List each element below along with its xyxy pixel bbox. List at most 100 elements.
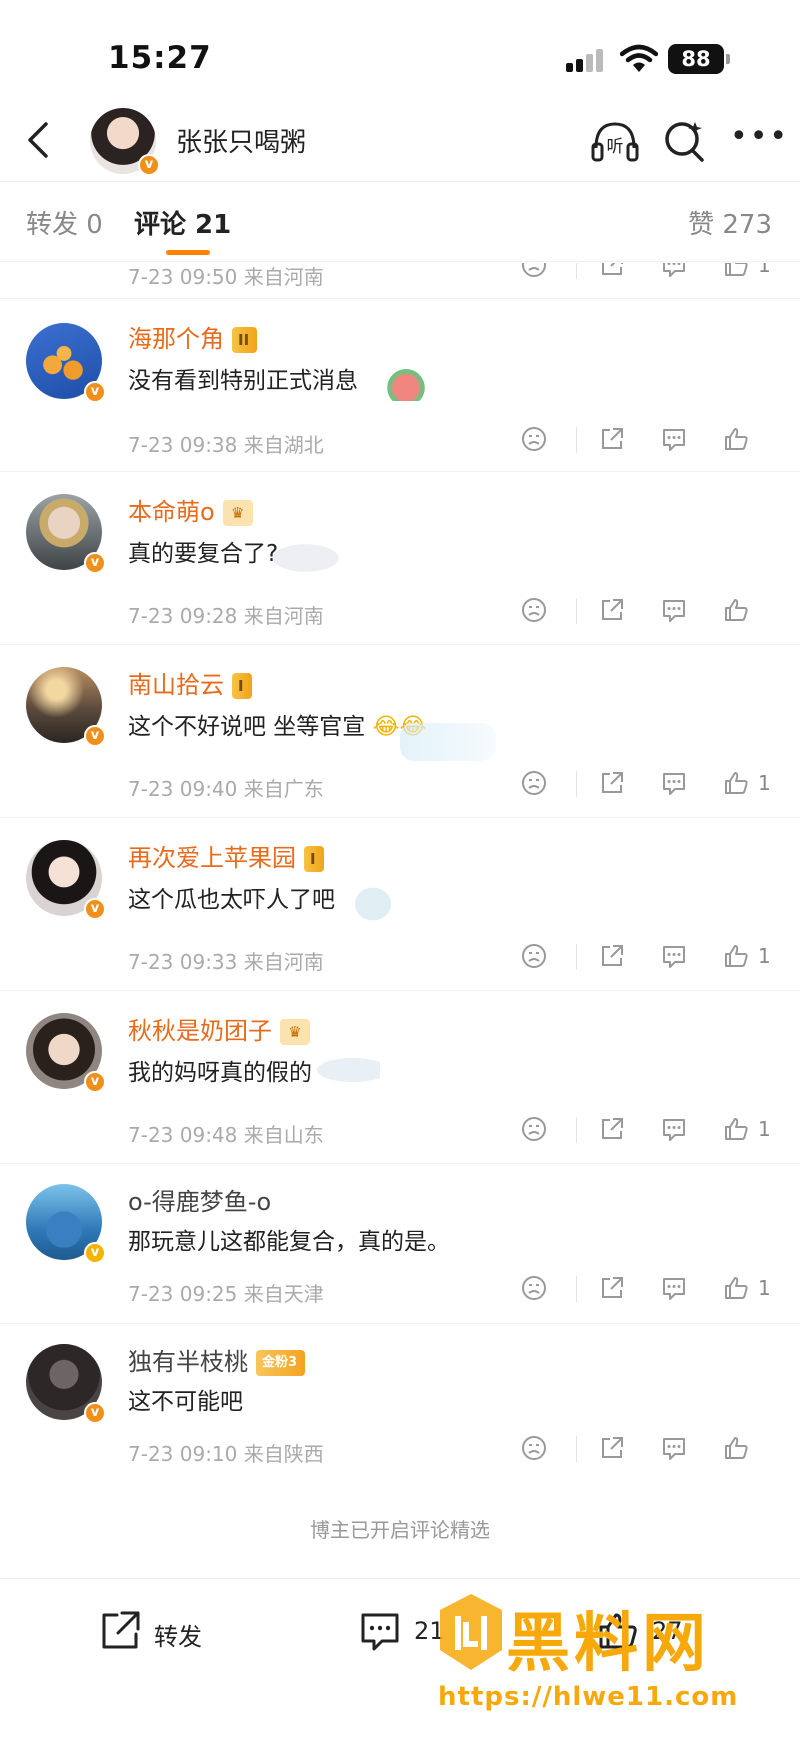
comment-meta: 7-23 09:50 来自河南	[128, 265, 324, 289]
user-avatar[interactable]: v	[26, 840, 106, 920]
verified-icon: v	[84, 725, 106, 747]
like-icon[interactable]	[722, 596, 754, 628]
dislike-icon[interactable]	[520, 942, 552, 974]
reply-icon[interactable]	[660, 1274, 692, 1306]
watermark-url: https://hlwe11.com	[438, 1682, 739, 1712]
verified-icon: v	[138, 154, 160, 176]
reply-icon[interactable]	[660, 769, 692, 801]
dislike-icon[interactable]	[520, 263, 552, 283]
comment-actions: 1	[520, 263, 780, 291]
share-icon[interactable]	[598, 263, 630, 283]
sticker-decoration-icon	[340, 874, 406, 924]
reply-icon[interactable]	[660, 942, 692, 974]
tab-comments[interactable]: 评论 21	[134, 204, 231, 241]
user-avatar[interactable]: v	[26, 323, 106, 403]
commenter-name[interactable]: 再次爱上苹果园 I	[128, 838, 324, 873]
account-avatar[interactable]: v	[90, 108, 160, 176]
reply-icon[interactable]	[660, 263, 692, 283]
share-icon[interactable]	[598, 942, 630, 974]
user-avatar[interactable]: v	[26, 1184, 106, 1264]
wifi-icon	[620, 44, 658, 72]
share-icon[interactable]	[598, 1115, 630, 1147]
reply-icon[interactable]	[660, 596, 692, 628]
comment-actions: 1	[520, 1115, 780, 1155]
like-count: 1	[758, 771, 771, 795]
dislike-icon[interactable]	[520, 596, 552, 628]
like-icon[interactable]	[722, 769, 754, 801]
comment-item: v 海那个角 II 没有看到特别正式消息 7-23 09:38 来自湖北	[0, 299, 800, 472]
reply-icon[interactable]	[660, 425, 692, 457]
comment-meta: 7-23 09:25 来自天津	[128, 1282, 324, 1306]
comment-item: v o-得鹿梦鱼-o 那玩意儿这都能复合，真的是。 7-23 09:25 来自天…	[0, 1164, 800, 1324]
watermark: 黑料网 https://hlwe11.com	[438, 1592, 800, 1738]
like-icon[interactable]	[722, 942, 754, 974]
tab-likes[interactable]: 赞 273	[688, 204, 772, 241]
share-icon[interactable]	[598, 596, 630, 628]
share-icon[interactable]	[598, 425, 630, 457]
commenter-name-text: 本命萌o	[128, 498, 215, 526]
user-avatar[interactable]: v	[26, 667, 106, 747]
like-count: 1	[758, 1276, 771, 1300]
comment-row-partial: 7-23 09:50 来自河南 1	[0, 263, 800, 299]
comment-text: 这不可能吧	[128, 1389, 243, 1415]
share-icon[interactable]	[598, 1434, 630, 1466]
repost-icon	[102, 1611, 140, 1649]
comment-text: 那玩意儿这都能复合，真的是。	[128, 1229, 450, 1255]
tab-bar: 转发 0 评论 21 赞 273	[0, 182, 800, 262]
comment-meta: 7-23 09:33 来自河南	[128, 950, 324, 974]
share-icon[interactable]	[598, 1274, 630, 1306]
dislike-icon[interactable]	[520, 425, 552, 457]
more-options-icon[interactable]: •••	[730, 120, 787, 160]
reply-icon[interactable]	[660, 1434, 692, 1466]
comment-actions	[520, 1434, 780, 1474]
watermark-logo-icon	[440, 1594, 502, 1670]
umbrella-decoration-icon	[290, 1049, 380, 1091]
comment-actions: 1	[520, 769, 780, 809]
tab-repost[interactable]: 转发 0	[26, 204, 103, 241]
dislike-icon[interactable]	[520, 1115, 552, 1147]
verified-icon: v	[84, 1402, 106, 1424]
like-count: 1	[758, 1117, 771, 1141]
dislike-icon[interactable]	[520, 769, 552, 801]
like-count: 1	[758, 944, 771, 968]
comment-actions	[520, 425, 780, 465]
listen-headphones-icon[interactable]: 听	[590, 118, 640, 164]
comment-text: 这个不好说吧 坐等官宣 😂😂	[128, 707, 426, 741]
reply-icon[interactable]	[660, 1115, 692, 1147]
like-icon[interactable]	[722, 1115, 754, 1147]
comment-meta: 7-23 09:40 来自广东	[128, 777, 324, 801]
like-icon[interactable]	[722, 1434, 754, 1466]
fan-crown-badge-icon: ♛	[280, 1019, 310, 1045]
comment-text: 没有看到特别正式消息	[128, 368, 358, 394]
user-avatar[interactable]: v	[26, 1344, 106, 1424]
commenter-name[interactable]: 南山拾云 I	[128, 665, 252, 700]
active-tab-indicator	[166, 250, 210, 255]
verified-icon: v	[84, 381, 106, 403]
comment-text: 这个瓜也太吓人了吧	[128, 887, 335, 913]
like-icon[interactable]	[722, 263, 754, 283]
like-icon[interactable]	[722, 425, 754, 457]
user-avatar[interactable]: v	[26, 1013, 106, 1093]
repost-button[interactable]: 转发	[98, 1605, 248, 1655]
account-name[interactable]: 张张只喝粥	[176, 122, 306, 159]
like-icon[interactable]	[722, 1274, 754, 1306]
commenter-name[interactable]: 海那个角 II	[128, 319, 258, 354]
like-count: 1	[758, 263, 771, 277]
action-divider	[576, 1436, 577, 1462]
user-avatar[interactable]: v	[26, 494, 106, 574]
commenter-name[interactable]: o-得鹿梦鱼-o	[128, 1182, 271, 1217]
commenter-name-text: 再次爱上苹果园	[128, 844, 296, 872]
action-divider	[576, 263, 577, 279]
comment-item: v 独有半枝桃 金粉3 这不可能吧 7-23 09:10 来自陕西	[0, 1324, 800, 1504]
dislike-icon[interactable]	[520, 1434, 552, 1466]
comment-list: 7-23 09:50 来自河南 1 v 海那个角 II 没有看到特别正式消息 7-…	[0, 263, 800, 1504]
back-arrow-icon[interactable]	[18, 118, 58, 162]
dislike-icon[interactable]	[520, 1274, 552, 1306]
commenter-name-text: 海那个角	[128, 325, 224, 353]
verified-icon: v	[84, 1242, 106, 1264]
commenter-name[interactable]: 独有半枝桃 金粉3	[128, 1342, 306, 1377]
share-icon[interactable]	[598, 769, 630, 801]
search-icon[interactable]	[662, 118, 706, 164]
commenter-name[interactable]: 秋秋是奶团子 ♛	[128, 1011, 310, 1046]
commenter-name[interactable]: 本命萌o ♛	[128, 492, 253, 527]
